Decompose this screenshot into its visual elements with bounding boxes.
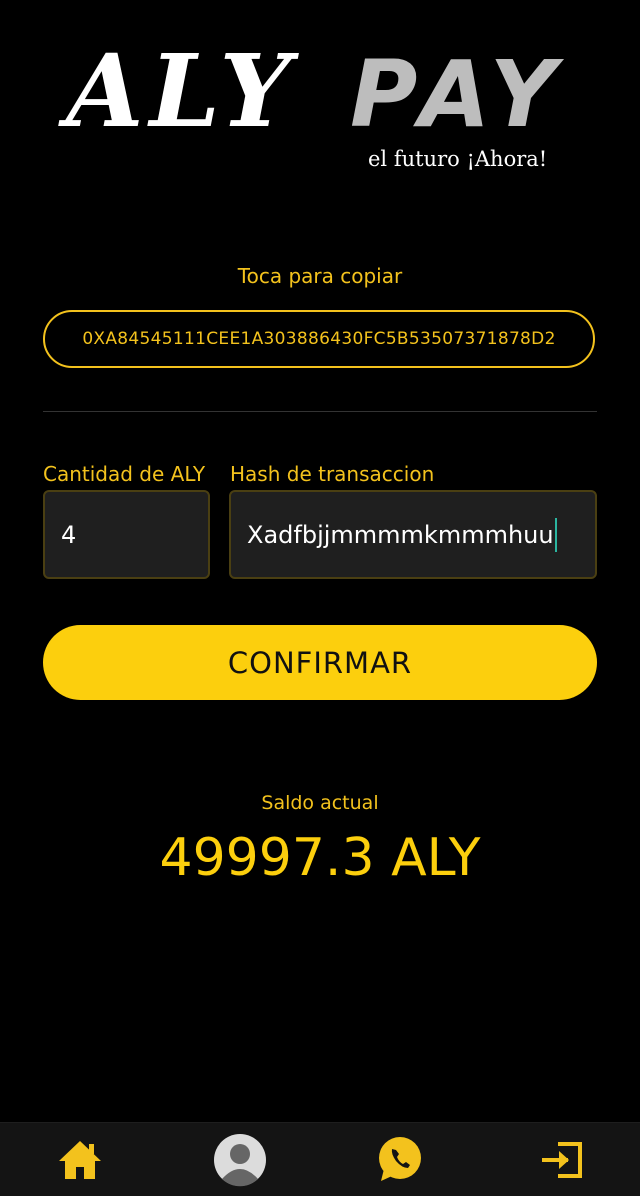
wallet-address-button[interactable]: 0XA84545111CEE1A303886430FC5B53507371878… (43, 310, 595, 368)
logo-text-aly: ALY (66, 32, 297, 150)
balance-value: 49997.3 ALY (159, 828, 481, 888)
logo-tagline: el futuro ¡Ahora! (368, 147, 548, 171)
hash-value: Xadfbjjmmmmkmmmhuu (247, 520, 554, 549)
confirm-button[interactable]: CONFIRMAR (43, 625, 597, 700)
hash-input[interactable]: Xadfbjjmmmmkmmmhuu (229, 490, 597, 579)
nav-home[interactable] (50, 1123, 110, 1196)
copy-hint: Toca para copiar (237, 264, 403, 288)
nav-profile[interactable] (212, 1123, 268, 1196)
amount-input[interactable]: 4 (43, 490, 210, 579)
whatsapp-icon (379, 1136, 421, 1181)
home-icon (59, 1140, 101, 1179)
hash-label: Hash de transaccion (230, 462, 435, 486)
nav-whatsapp[interactable] (374, 1123, 426, 1196)
logo-text-pay: PAY (350, 41, 567, 148)
text-cursor (554, 517, 557, 552)
amount-value: 4 (61, 520, 77, 549)
logout-icon (542, 1141, 582, 1178)
amount-label: Cantidad de ALY (43, 462, 206, 486)
nav-logout[interactable] (535, 1123, 587, 1196)
divider (43, 411, 597, 412)
bottom-nav (0, 1122, 640, 1196)
user-avatar-icon (214, 1133, 266, 1186)
balance-label: Saldo actual (261, 792, 379, 814)
alypay-logo: ALY PAY el futuro ¡Ahora! (60, 35, 580, 185)
